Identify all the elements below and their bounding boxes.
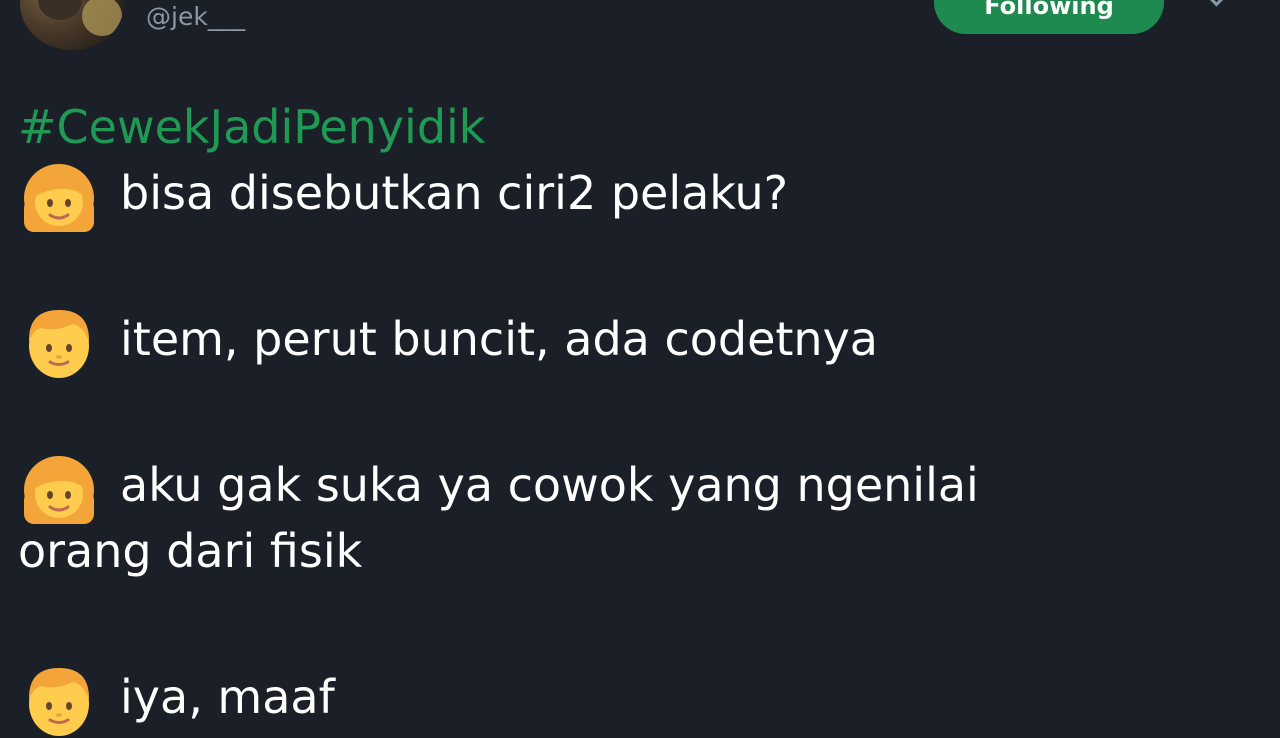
- user-handle[interactable]: @jek___: [146, 4, 245, 29]
- chevron-down-icon[interactable]: [1204, 0, 1229, 7]
- avatar-photo-subject: [38, 0, 82, 20]
- avatar-photo-background: [82, 0, 122, 36]
- dialogue-text: iya, maaf: [120, 670, 335, 724]
- dialogue-text-continuation: orang dari fisik: [18, 524, 363, 578]
- dialogue-line: item, perut buncit, ada codetnya: [18, 306, 1248, 378]
- dialogue-line: aku gak suka ya cowok yang ngenilai: [18, 452, 1248, 524]
- dialogue-text: item, perut buncit, ada codetnya: [120, 312, 878, 366]
- woman-emoji-icon: [22, 452, 96, 524]
- following-button[interactable]: Following: [934, 0, 1164, 34]
- man-emoji-icon: [22, 664, 96, 736]
- dialogue-line: iya, maaf: [18, 664, 1248, 736]
- tweet-body: #CewekJadiPenyidik bisa disebutkan ciri2…: [18, 94, 1248, 736]
- hashtag-link[interactable]: #CewekJadiPenyidik: [18, 94, 1248, 160]
- man-emoji-icon: [22, 306, 96, 378]
- dialogue-text: aku gak suka ya cowok yang ngenilai: [120, 458, 979, 512]
- dialogue-text: bisa disebutkan ciri2 pelaku?: [120, 166, 789, 220]
- avatar[interactable]: [20, 0, 124, 50]
- dialogue-line: bisa disebutkan ciri2 pelaku?: [18, 160, 1248, 232]
- woman-emoji-icon: [22, 160, 96, 232]
